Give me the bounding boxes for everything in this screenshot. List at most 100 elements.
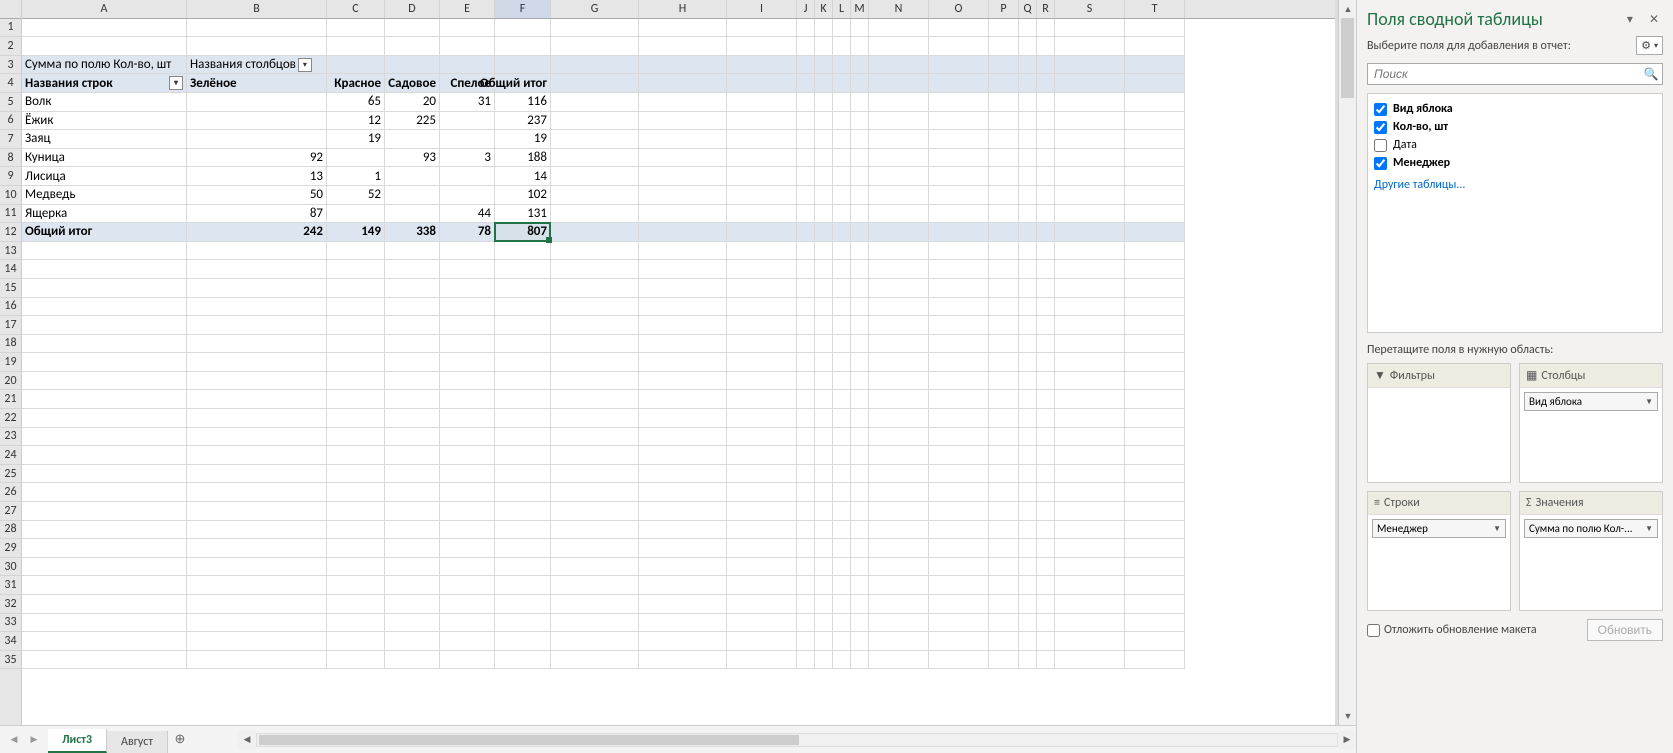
row-header-32[interactable]: 32 [0, 595, 21, 614]
row-header-1[interactable]: 1 [0, 19, 21, 38]
column-labels-dropdown[interactable]: ▾ [298, 58, 312, 72]
col-header-O[interactable]: O [929, 0, 989, 18]
row-header-14[interactable]: 14 [0, 260, 21, 279]
area-rows[interactable]: ≡Строки Менеджер▼ [1367, 491, 1511, 611]
col-header-Q[interactable]: Q [1019, 0, 1037, 18]
scroll-up-arrow[interactable]: ▲ [1339, 0, 1356, 18]
row-headers: 1234567891011121314151617181920212223242… [0, 0, 22, 725]
col-header-P[interactable]: P [989, 0, 1019, 18]
row-header-10[interactable]: 10 [0, 186, 21, 205]
row-header-11[interactable]: 11 [0, 205, 21, 224]
cell-grid[interactable]: Сумма по полю Кол-во, штНазвания столбцо… [22, 19, 1335, 670]
field-checkbox[interactable] [1374, 103, 1387, 116]
row-header-17[interactable]: 17 [0, 316, 21, 335]
row-header-6[interactable]: 6 [0, 112, 21, 131]
values-pill-label: Сумма по полю Кол-... [1529, 522, 1633, 535]
pane-settings-button[interactable]: ⚙▾ [1636, 36, 1663, 55]
col-header-J[interactable]: J [797, 0, 815, 18]
values-pill[interactable]: Сумма по полю Кол-...▼ [1524, 519, 1658, 538]
row-header-19[interactable]: 19 [0, 353, 21, 372]
row-header-24[interactable]: 24 [0, 446, 21, 465]
col-header-D[interactable]: D [385, 0, 440, 18]
field-checkbox[interactable] [1374, 139, 1387, 152]
field-item-2[interactable]: Дата [1374, 136, 1656, 154]
columns-pill[interactable]: Вид яблока▼ [1524, 392, 1658, 411]
other-tables-link[interactable]: Другие таблицы... [1374, 178, 1656, 192]
rows-pill[interactable]: Менеджер▼ [1372, 519, 1506, 538]
row-header-35[interactable]: 35 [0, 651, 21, 670]
row-header-8[interactable]: 8 [0, 149, 21, 168]
area-filters[interactable]: ▼Фильтры [1367, 363, 1511, 483]
row-header-23[interactable]: 23 [0, 428, 21, 447]
col-header-R[interactable]: R [1037, 0, 1055, 18]
col-header-A[interactable]: A [22, 0, 187, 18]
field-item-1[interactable]: Кол-во, шт [1374, 118, 1656, 136]
scroll-left-arrow[interactable]: ◀ [238, 731, 256, 749]
col-header-N[interactable]: N [869, 0, 929, 18]
row-header-33[interactable]: 33 [0, 614, 21, 633]
row-header-5[interactable]: 5 [0, 93, 21, 112]
tab-nav-next[interactable]: ▶ [26, 732, 42, 748]
field-search-input[interactable] [1368, 64, 1640, 84]
col-header-K[interactable]: K [815, 0, 833, 18]
pane-close-icon[interactable]: ✕ [1645, 10, 1663, 29]
rows-pill-label: Менеджер [1377, 522, 1428, 535]
area-values[interactable]: ΣЗначения Сумма по полю Кол-...▼ [1519, 491, 1663, 611]
row-header-3[interactable]: 3 [0, 56, 21, 75]
sheet-tab-1[interactable]: Август [107, 731, 168, 753]
row-header-30[interactable]: 30 [0, 558, 21, 577]
update-button[interactable]: Обновить [1587, 619, 1663, 641]
scroll-down-arrow[interactable]: ▼ [1339, 707, 1356, 725]
row-header-16[interactable]: 16 [0, 298, 21, 317]
field-item-3[interactable]: Менеджер [1374, 154, 1656, 172]
col-header-L[interactable]: L [833, 0, 851, 18]
col-header-E[interactable]: E [440, 0, 495, 18]
row-header-29[interactable]: 29 [0, 539, 21, 558]
col-header-F[interactable]: F [495, 0, 551, 18]
pane-title: Поля сводной таблицы [1367, 8, 1543, 30]
rows-icon: ≡ [1374, 496, 1380, 510]
row-labels-dropdown[interactable]: ▾ [169, 76, 183, 90]
row-header-12[interactable]: 12 [0, 223, 21, 242]
col-header-T[interactable]: T [1125, 0, 1185, 18]
col-header-H[interactable]: H [639, 0, 727, 18]
row-header-4[interactable]: 4 [0, 74, 21, 93]
vscroll-thumb[interactable] [1341, 18, 1354, 98]
row-header-26[interactable]: 26 [0, 483, 21, 502]
field-checkbox[interactable] [1374, 121, 1387, 134]
row-header-20[interactable]: 20 [0, 372, 21, 391]
row-header-9[interactable]: 9 [0, 167, 21, 186]
row-header-7[interactable]: 7 [0, 130, 21, 149]
vertical-scrollbar[interactable]: ▲ ▼ [1338, 0, 1356, 725]
search-icon[interactable]: 🔍 [1640, 64, 1662, 84]
row-header-31[interactable]: 31 [0, 576, 21, 595]
row-header-2[interactable]: 2 [0, 37, 21, 56]
area-columns[interactable]: ▦Столбцы Вид яблока▼ [1519, 363, 1663, 483]
horizontal-scrollbar[interactable]: ◀ ▶ [232, 726, 1356, 753]
pane-minimize-icon[interactable]: ▾ [1623, 10, 1637, 29]
col-header-B[interactable]: B [187, 0, 327, 18]
col-header-I[interactable]: I [727, 0, 797, 18]
field-checkbox[interactable] [1374, 157, 1387, 170]
row-header-34[interactable]: 34 [0, 632, 21, 651]
scroll-right-arrow[interactable]: ▶ [1338, 731, 1356, 749]
sheet-tab-active[interactable]: Лист3 [48, 729, 107, 753]
hscroll-thumb[interactable] [259, 735, 799, 745]
col-header-S[interactable]: S [1055, 0, 1125, 18]
defer-update-checkbox[interactable]: Отложить обновление макета [1367, 623, 1537, 637]
row-header-25[interactable]: 25 [0, 465, 21, 484]
col-header-C[interactable]: C [327, 0, 385, 18]
tab-nav-prev[interactable]: ◀ [6, 732, 22, 748]
row-header-21[interactable]: 21 [0, 390, 21, 409]
row-header-28[interactable]: 28 [0, 521, 21, 540]
column-headers: ABCDEFGHIJKLMNOPQRST [22, 0, 1335, 19]
col-header-G[interactable]: G [551, 0, 639, 18]
row-header-15[interactable]: 15 [0, 279, 21, 298]
row-header-18[interactable]: 18 [0, 335, 21, 354]
col-header-M[interactable]: M [851, 0, 869, 18]
new-sheet-button[interactable]: ⊕ [168, 726, 192, 753]
row-header-22[interactable]: 22 [0, 409, 21, 428]
row-header-27[interactable]: 27 [0, 502, 21, 521]
row-header-13[interactable]: 13 [0, 242, 21, 261]
field-item-0[interactable]: Вид яблока [1374, 100, 1656, 118]
